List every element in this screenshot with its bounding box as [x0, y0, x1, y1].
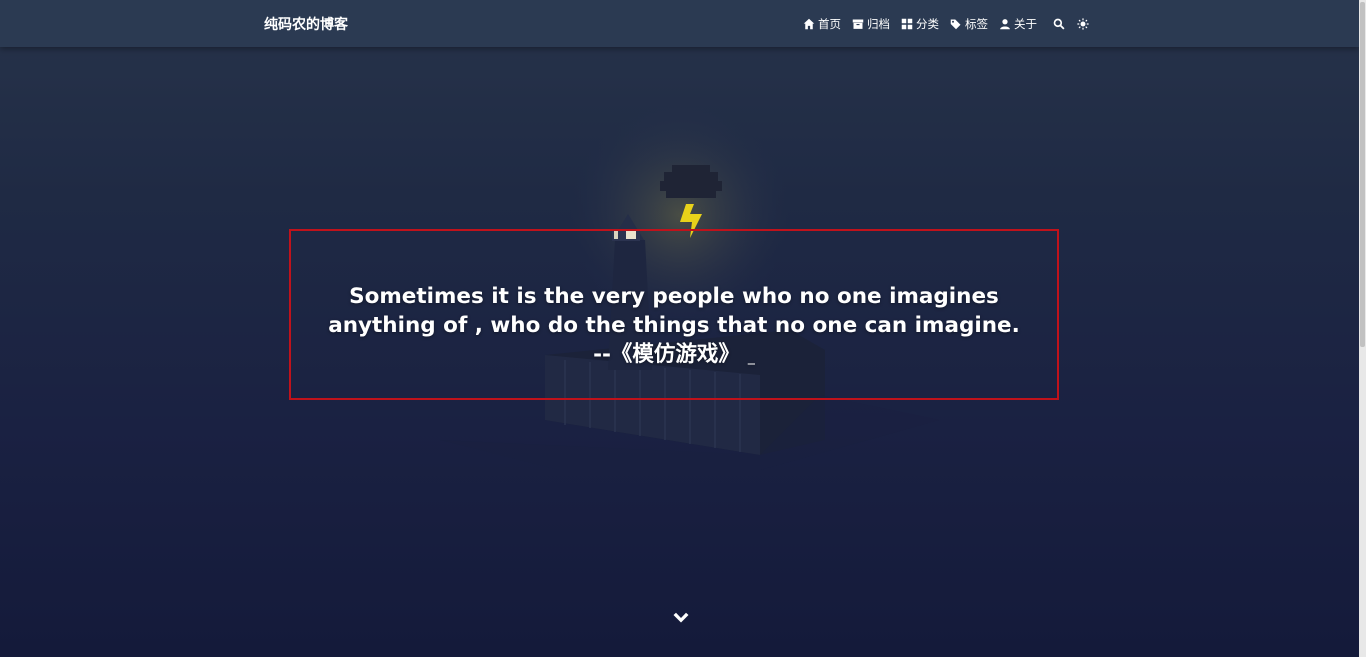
quote-source: --《模仿游戏》 — [593, 342, 740, 367]
search-button[interactable] — [1053, 18, 1065, 30]
home-icon — [803, 18, 815, 30]
quote-line-2: anything of , who do the things that no … — [328, 313, 1020, 338]
nav-item-label: 归档 — [867, 17, 890, 31]
site-brand[interactable]: 纯码农的博客 — [264, 14, 348, 34]
theme-toggle-button[interactable] — [1077, 18, 1089, 30]
user-icon — [1000, 19, 1010, 30]
scroll-down-button[interactable] — [672, 611, 690, 625]
hero-quote: Sometimes it is the very people who no o… — [289, 282, 1059, 372]
top-navbar: 纯码农的博客 首页 归档 分类 标签 关于 — [0, 0, 1359, 47]
archive-icon — [852, 19, 864, 29]
nav-item-about[interactable]: 关于 — [999, 16, 1037, 32]
sun-icon — [1077, 18, 1089, 30]
search-icon — [1053, 18, 1065, 30]
nav-item-label: 标签 — [965, 17, 988, 31]
typing-cursor: _ — [747, 349, 755, 365]
category-grid-icon — [901, 18, 913, 30]
nav-item-label: 关于 — [1014, 17, 1037, 31]
quote-source-line: --《模仿游戏》 _ — [289, 340, 1059, 372]
quote-line-1: Sometimes it is the very people who no o… — [349, 284, 999, 309]
nav-item-archive[interactable]: 归档 — [852, 16, 890, 32]
nav-item-tags[interactable]: 标签 — [950, 16, 988, 32]
nav-item-home[interactable]: 首页 — [803, 16, 841, 32]
nav-item-label: 首页 — [818, 17, 841, 31]
nav-menu: 首页 归档 分类 标签 关于 — [803, 15, 1107, 33]
tags-icon — [950, 19, 961, 30]
scrollbar-thumb[interactable] — [1360, 2, 1365, 347]
nav-item-categories[interactable]: 分类 — [901, 16, 939, 32]
page-scrollbar[interactable] — [1359, 0, 1366, 657]
nav-item-label: 分类 — [916, 17, 939, 31]
chevron-down-icon — [673, 612, 689, 623]
